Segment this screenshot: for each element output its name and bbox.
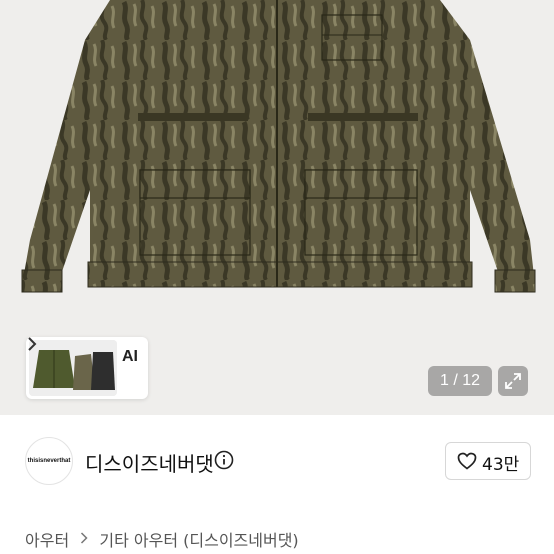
breadcrumb-item[interactable]: 기타 아우터 bbox=[99, 531, 178, 550]
product-image[interactable]: AI 1 / 12 bbox=[0, 0, 554, 415]
chevron-right-icon bbox=[81, 531, 88, 544]
expand-icon bbox=[505, 373, 521, 389]
breadcrumb-item[interactable]: 아우터 bbox=[25, 531, 69, 550]
like-count: 43만 bbox=[482, 455, 520, 475]
ai-label: AI bbox=[122, 348, 138, 365]
shop-row: thisisneverthat 디스이즈네버댓 43만 bbox=[0, 415, 554, 505]
image-pager: 1 / 12 bbox=[428, 366, 492, 396]
like-button[interactable]: 43만 bbox=[445, 442, 531, 480]
breadcrumb-item[interactable]: (디스이즈네버댓) bbox=[183, 531, 299, 550]
fullscreen-button[interactable] bbox=[498, 366, 528, 396]
chevron-right-icon bbox=[28, 337, 37, 351]
shop-avatar[interactable]: thisisneverthat bbox=[25, 437, 73, 485]
info-icon[interactable] bbox=[214, 450, 234, 470]
heart-icon bbox=[457, 452, 477, 470]
ai-similar-items-card[interactable]: AI bbox=[26, 337, 148, 399]
shop-name[interactable]: 디스이즈네버댓 bbox=[85, 448, 214, 477]
similar-items-thumbnail bbox=[29, 340, 117, 396]
breadcrumb: 아우터 기타 아우터 (디스이즈네버댓) bbox=[25, 527, 299, 551]
